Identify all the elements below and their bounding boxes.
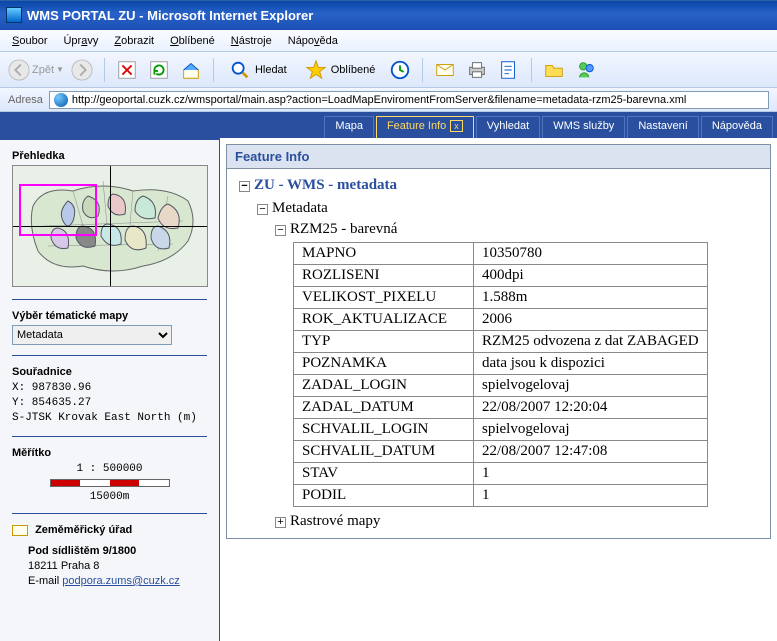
messenger-icon [575,59,597,81]
theme-label: Výběr tématické mapy [12,310,207,322]
menu-tools[interactable]: Nástroje [223,32,280,50]
toolbar: Zpět ▼ Hledat Oblíbené [0,52,777,88]
office-address: Pod sídlištěm 9/1800 18211 Praha 8 E-mai… [28,544,207,589]
table-row: PODIL1 [294,485,708,507]
feature-info-body: −ZU - WMS - metadata −Metadata −RZM25 - … [226,169,771,539]
section-raster: +Rastrové mapy [275,513,758,530]
tab-help[interactable]: Nápověda [701,116,773,138]
discuss-button[interactable] [540,56,568,84]
history-icon [389,59,411,81]
address-bar: Adresa http://geoportal.cuzk.cz/wmsporta… [0,88,777,112]
table-row: ZADAL_DATUM22/08/2007 12:20:04 [294,397,708,419]
url-field[interactable]: http://geoportal.cuzk.cz/wmsportal/main.… [49,91,769,109]
sidebar: Přehledka Výběr tématické mapy Metadata [0,138,220,641]
folder-icon [543,59,565,81]
coords-title: Souřadnice [12,366,207,378]
mail-button[interactable] [431,56,459,84]
tab-wms[interactable]: WMS služby [542,116,625,138]
scale-dist: 15000m [12,491,207,503]
table-row: SCHVALIL_DATUM22/08/2007 12:47:08 [294,441,708,463]
theme-select[interactable]: Metadata [12,325,172,345]
mail-icon [434,59,456,81]
office-row: Zeměměřický úřad [12,524,207,536]
table-row: ZADAL_LOGINspielvogelovaj [294,375,708,397]
group-title: −ZU - WMS - metadata [239,177,758,194]
menu-help[interactable]: Nápověda [280,32,346,50]
menu-bar: Soubor Úpravy Zobrazit Oblíbené Nástroje… [0,30,777,52]
print-icon [466,59,488,81]
favorites-button[interactable]: Oblíbené [298,56,383,84]
selection-box [19,184,97,236]
menu-view[interactable]: Zobrazit [106,32,162,50]
main-panel: Feature Info −ZU - WMS - metadata −Metad… [220,138,777,641]
menu-favorites[interactable]: Oblíbené [162,32,223,50]
address-label: Adresa [8,94,43,106]
refresh-icon [148,59,170,81]
email-link[interactable]: podpora.zums@cuzk.cz [62,575,180,587]
menu-file[interactable]: Soubor [4,32,55,50]
star-icon [305,59,327,81]
table-row: POZNAMKAdata jsou k dispozici [294,353,708,375]
title-bar: WMS PORTAL ZU - Microsoft Internet Explo… [0,0,777,30]
collapse-icon[interactable]: − [257,204,268,215]
collapse-icon[interactable]: − [239,181,250,192]
print-button[interactable] [463,56,491,84]
table-row: ROZLISENI400dpi [294,265,708,287]
close-icon[interactable]: x [450,120,463,132]
tab-search[interactable]: Vyhledat [476,116,540,138]
section-metadata: −Metadata [257,200,758,217]
edit-icon [498,59,520,81]
table-row: TYPRZM25 odvozena z dat ZABAGED [294,331,708,353]
tab-bar: Mapa Feature Infox Vyhledat WMS služby N… [0,112,777,138]
table-row: SCHVALIL_LOGINspielvogelovaj [294,419,708,441]
metadata-table: MAPNO10350780ROZLISENI400dpiVELIKOST_PIX… [293,242,708,507]
search-icon [229,59,251,81]
refresh-button[interactable] [145,56,173,84]
home-icon [180,59,202,81]
edit-button[interactable] [495,56,523,84]
url-icon [54,93,68,107]
table-row: VELIKOST_PIXELU1.588m [294,287,708,309]
forward-icon [71,59,93,81]
envelope-icon [12,525,28,536]
collapse-icon[interactable]: − [275,225,286,236]
stop-button[interactable] [113,56,141,84]
scale-title: Měřítko [12,447,207,459]
back-button[interactable]: Zpět ▼ [8,59,64,81]
feature-info-header: Feature Info [226,144,771,169]
overview-title: Přehledka [12,150,207,162]
table-row: STAV1 [294,463,708,485]
expand-icon[interactable]: + [275,517,286,528]
messenger-button[interactable] [572,56,600,84]
table-row: ROK_AKTUALIZACE2006 [294,309,708,331]
tab-map[interactable]: Mapa [324,116,374,138]
tab-settings[interactable]: Nastavení [627,116,699,138]
coords-text: X: 987830.96 Y: 854635.27 S-JTSK Krovak … [12,381,207,426]
scale-bar [50,479,170,487]
home-button[interactable] [177,56,205,84]
table-row: MAPNO10350780 [294,243,708,265]
window-title: WMS PORTAL ZU - Microsoft Internet Explo… [27,8,313,23]
forward-button[interactable] [68,56,96,84]
search-button[interactable]: Hledat [222,56,294,84]
stop-icon [116,59,138,81]
section-rzm25: −RZM25 - barevná [275,221,758,238]
scale-ratio: 1 : 500000 [12,463,207,475]
back-icon [8,59,30,81]
overview-map[interactable] [12,165,208,287]
menu-edit[interactable]: Úpravy [55,32,106,50]
tab-feature-info[interactable]: Feature Infox [376,116,474,138]
app-icon [6,7,22,23]
history-button[interactable] [386,56,414,84]
